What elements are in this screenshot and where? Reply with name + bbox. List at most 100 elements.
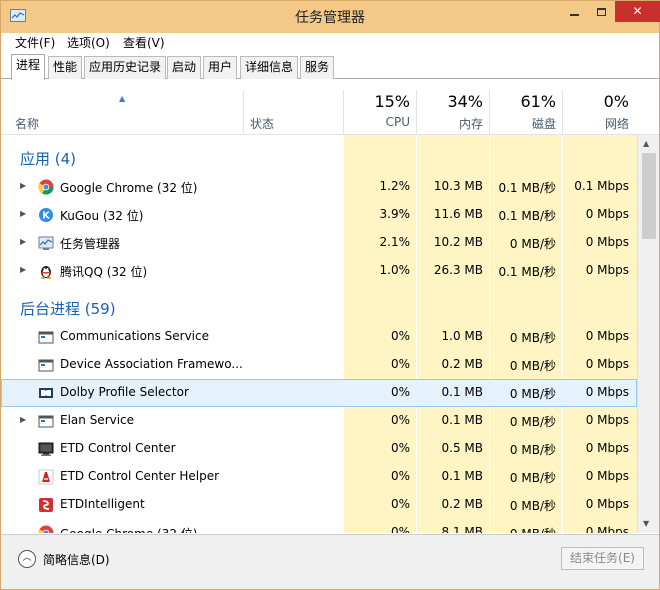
network-total-percent[interactable]: 0%: [563, 92, 629, 111]
group-title: 应用 (4): [20, 150, 77, 168]
process-row[interactable]: ▶ K KuGou (32 位) 3.9% 11.6 MB 0.1 MB/秒 0…: [1, 201, 637, 229]
vertical-scrollbar[interactable]: ▲ ▼: [637, 135, 659, 533]
scrollbar-thumb[interactable]: [642, 153, 656, 239]
process-row[interactable]: ▶ 腾讯QQ (32 位) 1.0% 26.3 MB 0.1 MB/秒 0 Mb…: [1, 257, 637, 285]
scroll-down-icon[interactable]: ▼: [643, 519, 649, 528]
tab-users[interactable]: 用户: [203, 56, 238, 79]
title-bar[interactable]: 任务管理器 ✕: [1, 1, 660, 33]
menu-view[interactable]: 查看(V): [123, 34, 165, 51]
fewer-details-label: 简略信息(D): [43, 553, 110, 567]
column-divider[interactable]: [243, 90, 244, 135]
cpu-total-percent[interactable]: 15%: [344, 92, 410, 111]
expand-arrow-icon[interactable]: ▶: [20, 181, 26, 190]
process-name: KuGou (32 位): [60, 209, 144, 223]
network-value: 0 Mbps: [585, 329, 629, 343]
process-name: ETD Control Center Helper: [60, 469, 220, 483]
column-status[interactable]: 状态: [250, 115, 274, 132]
column-name[interactable]: 名称: [15, 115, 39, 132]
scroll-up-icon[interactable]: ▲: [643, 139, 649, 148]
expand-arrow-icon[interactable]: ▶: [20, 209, 26, 218]
tab-details[interactable]: 详细信息: [240, 56, 299, 79]
group-header-apps: 应用 (4): [1, 143, 637, 171]
network-value: 0 Mbps: [585, 525, 629, 533]
process-name: Device Association Framewo...: [60, 357, 243, 371]
close-button[interactable]: ✕: [615, 1, 660, 22]
memory-value: 10.3 MB: [433, 179, 483, 193]
cpu-value: 0%: [390, 441, 410, 455]
network-value: 0 Mbps: [585, 469, 629, 483]
menu-options[interactable]: 选项(O): [67, 34, 110, 51]
minimize-button[interactable]: [561, 1, 588, 22]
cpu-value: 0%: [390, 385, 410, 399]
memory-value: 8.1 MB: [441, 525, 483, 533]
column-memory[interactable]: 内存: [417, 115, 483, 132]
disk-value: 0 MB/秒: [509, 359, 556, 373]
process-row[interactable]: Google Chrome (32 位) 0% 8.1 MB 0 MB/秒 0 …: [1, 519, 637, 533]
process-name: Communications Service: [60, 329, 209, 343]
task-manager-window: 任务管理器 ✕ 文件(F) 选项(O) 查看(V) 进程 性能 应用历史记录 启…: [0, 0, 660, 590]
process-row[interactable]: ETD Control Center Helper 0% 0.1 MB 0 MB…: [1, 463, 637, 491]
memory-value: 0.1 MB: [441, 469, 483, 483]
memory-value: 0.2 MB: [441, 497, 483, 511]
disk-total-percent[interactable]: 61%: [490, 92, 556, 111]
disk-value: 0.1 MB/秒: [498, 209, 556, 223]
column-network[interactable]: 网络: [563, 115, 629, 132]
etd-helper-icon: [38, 469, 54, 485]
maximize-button[interactable]: [588, 1, 615, 22]
maximize-icon: [597, 8, 606, 16]
cpu-value: 0%: [390, 497, 410, 511]
cpu-value: 0%: [390, 525, 410, 533]
disk-value: 0 MB/秒: [490, 525, 556, 533]
expand-arrow-icon[interactable]: ▶: [20, 265, 26, 274]
process-name: ETDIntelligent: [60, 497, 145, 511]
dolby-icon: [39, 388, 53, 398]
process-row[interactable]: Communications Service 0% 1.0 MB 0 MB/秒 …: [1, 323, 637, 351]
tab-startup[interactable]: 启动: [167, 56, 202, 79]
expand-arrow-icon[interactable]: ▶: [20, 415, 26, 424]
network-value: 0 Mbps: [585, 263, 629, 277]
cpu-value: 2.1%: [379, 235, 411, 249]
memory-value: 0.5 MB: [441, 441, 483, 455]
network-value: 0 Mbps: [585, 207, 629, 221]
task-manager-icon: [38, 236, 54, 250]
chrome-icon: [38, 525, 54, 533]
process-row-selected[interactable]: Dolby Profile Selector 0% 0.1 MB 0 MB/秒 …: [1, 379, 637, 407]
process-name: Dolby Profile Selector: [60, 385, 189, 399]
sort-ascending-icon: ▲: [119, 94, 126, 103]
menu-file[interactable]: 文件(F): [15, 34, 55, 51]
tab-app-history[interactable]: 应用历史记录: [84, 56, 167, 79]
expand-arrow-icon[interactable]: ▶: [20, 237, 26, 246]
disk-value: 0 MB/秒: [509, 387, 556, 401]
memory-value: 0.1 MB: [441, 413, 483, 427]
tab-performance[interactable]: 性能: [48, 56, 83, 79]
cpu-value: 3.9%: [379, 207, 411, 221]
network-value: 0 Mbps: [585, 357, 629, 371]
tab-processes[interactable]: 进程: [11, 54, 46, 80]
close-icon: ✕: [632, 4, 643, 18]
cpu-value: 1.0%: [379, 263, 411, 277]
memory-total-percent[interactable]: 34%: [417, 92, 483, 111]
network-value: 0.1 Mbps: [574, 179, 629, 193]
process-row[interactable]: Device Association Framewo... 0% 0.2 MB …: [1, 351, 637, 379]
end-task-button[interactable]: 结束任务(E): [561, 547, 644, 570]
column-cpu[interactable]: CPU: [344, 115, 410, 129]
etd-monitor-icon: [38, 442, 54, 456]
process-row[interactable]: ▶ Elan Service 0% 0.1 MB 0 MB/秒 0 Mbps: [1, 407, 637, 435]
disk-value: 0 MB/秒: [509, 237, 556, 251]
memory-value: 26.3 MB: [433, 263, 483, 277]
process-row[interactable]: ▶ 任务管理器 2.1% 10.2 MB 0 MB/秒 0 Mbps: [1, 229, 637, 257]
disk-value: 0.1 MB/秒: [498, 265, 556, 279]
process-name: ETD Control Center: [60, 441, 176, 455]
disk-value: 0 MB/秒: [509, 443, 556, 457]
minimize-icon: [570, 14, 579, 16]
cpu-value: 1.2%: [379, 179, 411, 193]
column-disk[interactable]: 磁盘: [490, 115, 556, 132]
tab-services[interactable]: 服务: [300, 56, 335, 79]
tab-bar: 进程 性能 应用历史记录 启动 用户 详细信息 服务: [1, 51, 659, 80]
process-row[interactable]: ETDIntelligent 0% 0.2 MB 0 MB/秒 0 Mbps: [1, 491, 637, 519]
qq-icon: [41, 266, 51, 279]
memory-value: 11.6 MB: [433, 207, 483, 221]
process-name: Elan Service: [60, 413, 135, 427]
process-row[interactable]: ▶ Google Chrome (32 位) 1.2% 10.3 MB 0.1 …: [1, 173, 637, 201]
process-row[interactable]: ETD Control Center 0% 0.5 MB 0 MB/秒 0 Mb…: [1, 435, 637, 463]
